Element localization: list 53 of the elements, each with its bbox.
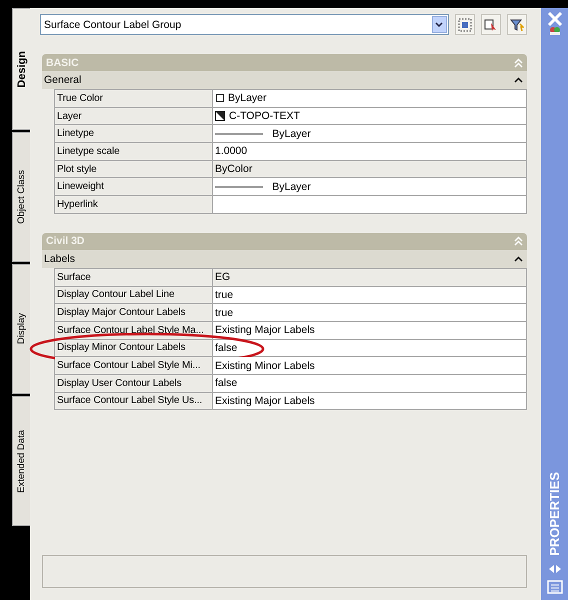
property-name: Lineweight [55,178,213,196]
collapse-group-icon[interactable] [514,256,523,262]
property-name: Plot style [55,160,213,178]
caret-icon [435,22,444,27]
property-name: Linetype scale [55,143,213,160]
funnel-icon [510,18,524,32]
collapse-group-icon[interactable] [514,77,523,83]
pickadd-button[interactable] [506,14,527,35]
select-dotted-icon [458,18,472,32]
palette-title: PROPERTIES [547,472,562,556]
select-objects-button[interactable] [480,14,501,35]
side-tab[interactable]: Extended Data [12,396,30,526]
property-name: Surface Contour Label Style Us... [55,392,213,410]
property-value[interactable]: EG [213,268,527,286]
property-name: True Color [55,90,213,107]
property-name: Layer [55,108,213,124]
category-header[interactable]: General [42,71,527,89]
property-value[interactable]: ByColor [213,160,527,178]
property-name: Surface Contour Label Style Mi... [55,357,213,374]
quick-select-button[interactable] [454,14,475,35]
property-name: Display Minor Contour Labels [55,340,213,356]
property-value[interactable]: false [213,374,527,392]
side-tab[interactable]: Design [12,8,31,130]
property-name: Display User Contour Labels [55,374,213,392]
cursor-icon [484,18,498,32]
property-value[interactable]: true [213,286,527,304]
category-header[interactable]: Labels [42,250,527,268]
side-tab[interactable]: Display [12,264,30,394]
property-value[interactable]: 1.0000 [213,143,527,160]
property-value[interactable]: Existing Major Labels [213,322,527,339]
line-sample-icon [215,184,263,189]
properties-menu-icon[interactable] [546,580,562,594]
close-icon [546,12,562,26]
property-value[interactable]: Existing Minor Labels [213,357,527,374]
property-value[interactable]: C-TOPO-TEXT [213,108,527,124]
property-value[interactable]: ByLayer [213,90,527,107]
property-value[interactable]: ByLayer [213,125,527,142]
property-value[interactable]: true [213,304,527,321]
line-sample-icon [215,132,263,136]
resize-arrows-icon[interactable] [546,562,562,576]
close-button[interactable] [546,12,562,26]
property-name: Display Contour Label Line [55,286,213,304]
property-value[interactable]: false [213,340,527,356]
property-name: Display Major Contour Labels [55,304,213,321]
layer-icon [215,111,225,122]
property-value[interactable]: ByLayer [213,178,527,196]
property-name: Hyperlink [55,196,213,213]
property-name: Surface [55,268,213,286]
side-tab[interactable]: Object Class [12,132,30,262]
color-swatch-icon [216,94,224,102]
property-value[interactable]: Existing Major Labels [213,392,527,410]
property-name: Linetype [55,125,213,142]
object-type-dropdown[interactable]: Surface Contour Label Group [40,14,449,35]
